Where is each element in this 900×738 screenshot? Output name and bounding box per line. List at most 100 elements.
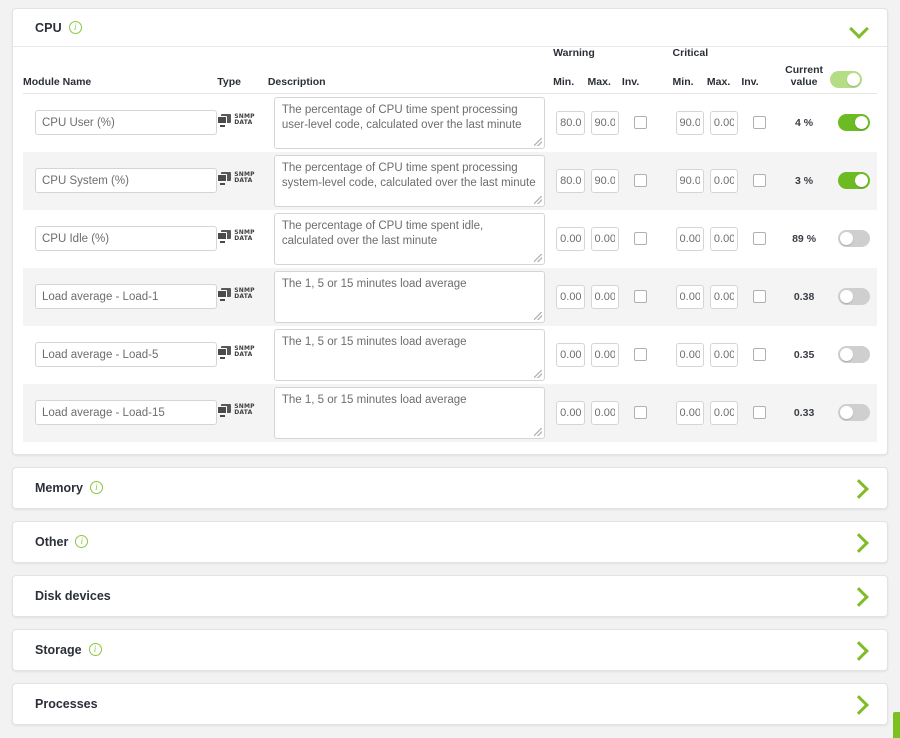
critical-inv-checkbox[interactable]: [753, 289, 767, 303]
critical-max-input[interactable]: [709, 400, 739, 425]
info-circle-icon[interactable]: i: [89, 481, 103, 494]
critical-max-input[interactable]: [709, 226, 739, 251]
info-circle-icon[interactable]: i: [68, 21, 82, 34]
toggle-knob: [854, 173, 868, 187]
warning-min-input[interactable]: [556, 342, 585, 367]
row-enable-toggle[interactable]: [837, 114, 870, 132]
description-textarea[interactable]: The 1, 5 or 15 minutes load average: [273, 328, 546, 381]
critical-max-input[interactable]: [709, 168, 739, 193]
row-enable-toggle[interactable]: [837, 403, 870, 421]
warning-min-input[interactable]: [556, 400, 585, 425]
collapsed-section-header[interactable]: Storage i: [12, 628, 888, 671]
info-circle-icon[interactable]: i: [75, 535, 89, 548]
collapsed-section-header[interactable]: Processes: [12, 682, 888, 725]
critical-min-input[interactable]: [675, 110, 704, 135]
warning-inv-checkbox[interactable]: [633, 231, 647, 245]
warning-min-input[interactable]: [556, 168, 585, 193]
critical-min-input[interactable]: [675, 400, 704, 425]
module-name-input[interactable]: [35, 110, 218, 136]
type-cell: SNMP DATA: [217, 94, 268, 152]
warning-max-input[interactable]: [590, 342, 619, 367]
warning-max-cell: [588, 210, 622, 268]
snmp-label-line2: DATA: [234, 351, 253, 358]
collapsed-section-header[interactable]: Memory i: [12, 466, 888, 509]
snmp-data-icon: SNMP DATA: [217, 345, 255, 359]
warning-inv-cell: [622, 326, 658, 384]
col-warning-inv: Inv.: [621, 64, 659, 94]
warning-min-input[interactable]: [556, 284, 585, 309]
warning-inv-checkbox[interactable]: [633, 173, 647, 187]
warning-inv-cell: [622, 94, 658, 152]
module-name-input[interactable]: [35, 400, 218, 425]
warning-inv-checkbox[interactable]: [633, 116, 647, 130]
cpu-section-header[interactable]: CPU i: [13, 9, 887, 47]
type-cell: SNMP DATA: [217, 268, 268, 326]
table-column-header-row: Module Name Type Description Min. Max. I…: [23, 64, 877, 94]
description-textarea[interactable]: The percentage of CPU time spent process…: [273, 96, 546, 149]
section-title: Processes: [35, 696, 98, 711]
info-circle-icon[interactable]: i: [88, 643, 102, 656]
critical-inv-cell: [741, 326, 777, 384]
critical-inv-checkbox[interactable]: [753, 231, 767, 245]
critical-inv-checkbox[interactable]: [753, 173, 767, 187]
chevron-right-icon[interactable]: [849, 693, 869, 715]
chevron-right-icon[interactable]: [849, 639, 869, 661]
type-cell: SNMP DATA: [217, 384, 268, 442]
row-enable-toggle[interactable]: [837, 229, 870, 247]
critical-inv-checkbox[interactable]: [753, 347, 767, 361]
critical-min-input[interactable]: [675, 226, 704, 251]
warning-inv-checkbox[interactable]: [633, 405, 647, 419]
description-textarea[interactable]: The 1, 5 or 15 minutes load average: [273, 386, 546, 439]
chevron-right-icon[interactable]: [849, 477, 869, 499]
type-cell: SNMP DATA: [217, 326, 268, 384]
critical-max-input[interactable]: [709, 284, 739, 309]
table-row: SNMP DATA The percentage of CPU time spe…: [23, 151, 877, 210]
description-textarea[interactable]: The percentage of CPU time spent process…: [273, 154, 546, 207]
monitor-glyph: [217, 403, 232, 417]
critical-min-input[interactable]: [675, 342, 704, 367]
warning-max-input[interactable]: [590, 400, 619, 425]
warning-max-input[interactable]: [590, 168, 619, 193]
description-textarea[interactable]: The 1, 5 or 15 minutes load average: [273, 270, 546, 323]
row-enable-toggle[interactable]: [837, 171, 870, 189]
warning-max-input[interactable]: [590, 226, 619, 251]
chevron-right-icon[interactable]: [849, 585, 869, 607]
module-name-input[interactable]: [35, 226, 218, 251]
row-enable-toggle[interactable]: [837, 345, 870, 363]
critical-max-input[interactable]: [709, 110, 739, 135]
snmp-type-label: SNMP DATA: [234, 287, 255, 301]
warning-inv-checkbox[interactable]: [633, 289, 647, 303]
warning-max-input[interactable]: [590, 284, 619, 309]
col-critical-max: Max.: [706, 64, 742, 94]
warning-min-input[interactable]: [556, 226, 585, 251]
column-gap: [658, 210, 672, 268]
critical-min-input[interactable]: [675, 168, 704, 193]
collapsed-section-header[interactable]: Disk devices: [12, 574, 888, 617]
module-name-input[interactable]: [35, 284, 218, 309]
chevron-down-icon[interactable]: [849, 18, 869, 38]
module-name-input[interactable]: [35, 342, 218, 367]
cpu-modules-table: Warning Critical Module Name Type Descri…: [23, 47, 877, 442]
table-row: SNMP DATA The 1, 5 or 15 minutes load av…: [23, 383, 877, 442]
description-textarea[interactable]: The percentage of CPU time spent idle, c…: [273, 212, 546, 265]
table-body: SNMP DATA The percentage of CPU time spe…: [23, 94, 877, 442]
warning-max-cell: [588, 94, 622, 152]
collapsed-section-header[interactable]: Other i: [12, 520, 888, 563]
master-enable-toggle[interactable]: [830, 71, 863, 88]
warning-max-input[interactable]: [590, 110, 619, 135]
critical-min-cell: [673, 94, 707, 152]
warning-min-cell: [553, 94, 587, 152]
row-enable-toggle[interactable]: [837, 287, 870, 305]
warning-min-input[interactable]: [556, 110, 585, 135]
page-root: CPU i Warning Critical Module Name Type …: [0, 8, 900, 738]
critical-min-input[interactable]: [675, 284, 704, 309]
module-name-input[interactable]: [35, 168, 218, 193]
side-edge-tab[interactable]: [893, 712, 900, 738]
chevron-right-icon[interactable]: [849, 531, 869, 553]
critical-inv-checkbox[interactable]: [753, 116, 767, 130]
critical-inv-checkbox[interactable]: [753, 405, 767, 419]
critical-max-input[interactable]: [709, 342, 739, 367]
toggle-knob: [839, 347, 853, 361]
collapsed-sections-host: Memory i Other i Disk devices Storage i …: [0, 466, 900, 725]
warning-inv-checkbox[interactable]: [633, 347, 647, 361]
